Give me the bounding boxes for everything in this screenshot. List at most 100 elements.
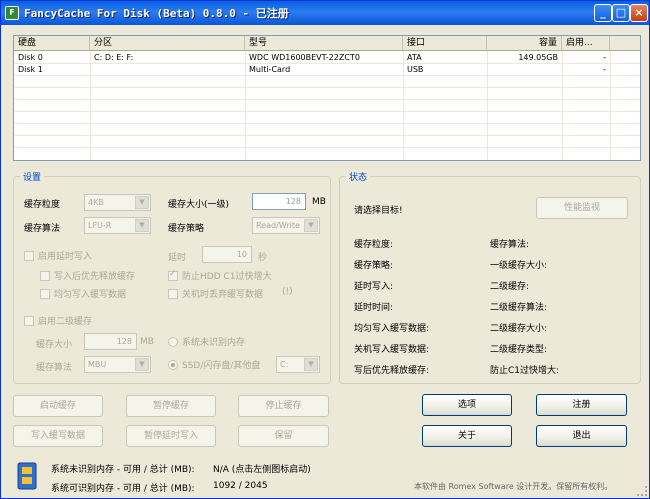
deferred-write-checkbox[interactable] [24,251,34,261]
status-prompt: 请选择目标! [354,206,403,216]
status-field: 关机写入缓写数据: [354,345,430,355]
about-button[interactable]: 关于 [422,425,512,447]
status-field: 写后优先释放缓存: [354,366,430,376]
l1-size-unit: MB [312,197,326,207]
perf-monitor-button[interactable]: 性能监视 [536,197,628,219]
col-capacity[interactable]: 容量 [487,36,562,51]
ssd-drive-select[interactable]: C: ▼ [276,356,320,373]
pause-cache-button[interactable]: 暂停缓存 [126,395,216,417]
status-field: 均匀写入缓写数据: [354,324,430,334]
l2-algorithm-select[interactable]: MBU ▼ [84,356,151,373]
prevent-hdd-label: 防止HDD C1过快增大 [182,272,272,282]
settings-title: 设置 [20,170,45,183]
cell-interface: ATA [407,53,422,62]
cell-enabled: - [603,65,606,74]
unrecognized-mem-label: 系统未识别内存 [182,338,246,348]
chevron-down-icon[interactable]: ▼ [135,358,149,371]
l2-algorithm-label: 缓存算法 [36,363,73,373]
col-model[interactable]: 型号 [245,36,403,51]
col-interface[interactable]: 接口 [403,36,487,51]
col-partition[interactable]: 分区 [90,36,245,51]
discard-hint: (!) [282,287,293,297]
l2-size-unit: MB [140,337,154,347]
status-field: 防止C1过快增大: [490,366,560,376]
status-field: 二级缓存类型: [490,345,548,355]
discard-shutdown-label: 关机时丢弃缓写数据 [182,290,264,300]
granularity-value: 4KB [88,198,104,207]
status-field: 一级缓存大小: [490,261,548,271]
col-disk[interactable]: 硬盘 [14,36,90,51]
algorithm-select[interactable]: LFU-R ▼ [84,217,151,234]
l1-size-input[interactable]: 128 [252,193,306,210]
chevron-down-icon[interactable]: ▼ [135,219,149,232]
chevron-down-icon[interactable]: ▼ [135,196,149,209]
l2-enable-label: 启用二级缓存 [38,317,93,327]
resize-grip[interactable] [637,486,647,496]
pause-deferred-button[interactable]: 暂停延时写入 [126,425,216,447]
even-write-checkbox[interactable] [40,289,50,299]
recognized-mem-footer-label: 系统可识别内存 - 可用 / 总计 (MB): [51,484,195,494]
maximize-button[interactable]: □ [612,4,630,22]
disk-list[interactable]: 硬盘 分区 型号 接口 容量 启用... Disk 0 C: D: E: F: … [13,35,641,161]
latency-unit: 秒 [258,253,268,263]
chevron-down-icon[interactable]: ▼ [304,358,318,371]
l2-size-input[interactable]: 128 [84,333,137,350]
table-row[interactable]: Disk 1 Multi-Card USB - [14,64,640,75]
cell-model: WDC WD1600BEVT-22ZCT0 [249,53,360,62]
register-button[interactable]: 注册 [536,394,627,416]
status-group: 状态 请选择目标! 性能监视 缓存粒度: 缓存策略: 延时写入: 延时时间: 均… [339,170,641,384]
window-title: FancyCache For Disk (Beta) 0.8.0 - 已注册 [24,7,289,20]
status-field: 缓存粒度: [354,240,394,250]
exit-button[interactable]: 退出 [536,425,627,447]
title-bar[interactable]: F FancyCache For Disk (Beta) 0.8.0 - 已注册… [1,1,649,25]
even-write-label: 均匀写入缓写数据 [54,290,127,300]
close-button[interactable]: × [630,4,648,22]
memory-chip-icon[interactable] [15,461,39,491]
ssd-radio[interactable] [168,360,178,370]
deferred-write-label: 启用延时写入 [38,252,93,262]
cell-disk: Disk 0 [18,53,43,62]
cell-interface: USB [407,65,424,74]
l1-size-label: 缓存大小(一级) [168,200,230,210]
algorithm-value: LFU-R [88,221,112,230]
policy-label: 缓存策略 [168,224,205,234]
l2-enable-checkbox[interactable] [24,316,34,326]
minimize-button[interactable]: _ [594,4,612,22]
save-button[interactable]: 保留 [238,425,329,447]
unrecognized-mem-footer-value: N/A (点击左侧图标启动) [213,465,311,475]
flush-priority-checkbox[interactable] [40,271,50,281]
table-row[interactable]: Disk 0 C: D: E: F: WDC WD1600BEVT-22ZCT0… [14,52,640,63]
options-button[interactable]: 选项 [422,394,512,416]
latency-label: 延时 [168,253,187,263]
status-title: 状态 [346,170,371,183]
cell-disk: Disk 1 [18,65,43,74]
status-field: 二级缓存: [490,282,530,292]
app-icon[interactable]: F [5,6,19,20]
cell-enabled: - [603,53,606,62]
cell-capacity [487,64,562,75]
status-field: 缓存算法: [490,240,530,250]
ssd-drive-value: C: [280,360,289,369]
status-field: 延时写入: [354,282,394,292]
policy-select[interactable]: Read/Write ▼ [252,217,320,234]
discard-shutdown-checkbox[interactable] [168,289,178,299]
unrecognized-mem-radio[interactable] [168,337,178,347]
start-cache-button[interactable]: 启动缓存 [13,395,103,417]
flush-priority-label: 写入后优先释放缓存 [54,272,136,282]
write-deferred-button[interactable]: 写入缓写数据 [13,425,103,447]
disk-list-header: 硬盘 分区 型号 接口 容量 启用... [14,36,640,51]
status-field: 二级缓存大小: [490,324,548,334]
col-enabled[interactable]: 启用... [562,36,610,51]
unrecognized-mem-footer-label: 系统未识别内存 - 可用 / 总计 (MB): [51,465,195,475]
granularity-select[interactable]: 4KB ▼ [84,194,151,211]
cell-capacity: 149.05GB [518,53,558,62]
prevent-hdd-checkbox[interactable] [168,269,178,281]
chevron-down-icon[interactable]: ▼ [304,219,318,232]
latency-input[interactable]: 10 [202,246,252,263]
recognized-mem-footer-value: 1092 / 2045 [213,481,268,491]
status-field: 缓存策略: [354,261,394,271]
stop-cache-button[interactable]: 停止缓存 [238,395,329,417]
app-window: F FancyCache For Disk (Beta) 0.8.0 - 已注册… [0,0,650,499]
granularity-label: 缓存粒度 [24,200,61,210]
settings-group: 设置 缓存粒度 4KB ▼ 缓存大小(一级) 128 MB 缓存算法 LFU-R ▼… [13,170,331,384]
